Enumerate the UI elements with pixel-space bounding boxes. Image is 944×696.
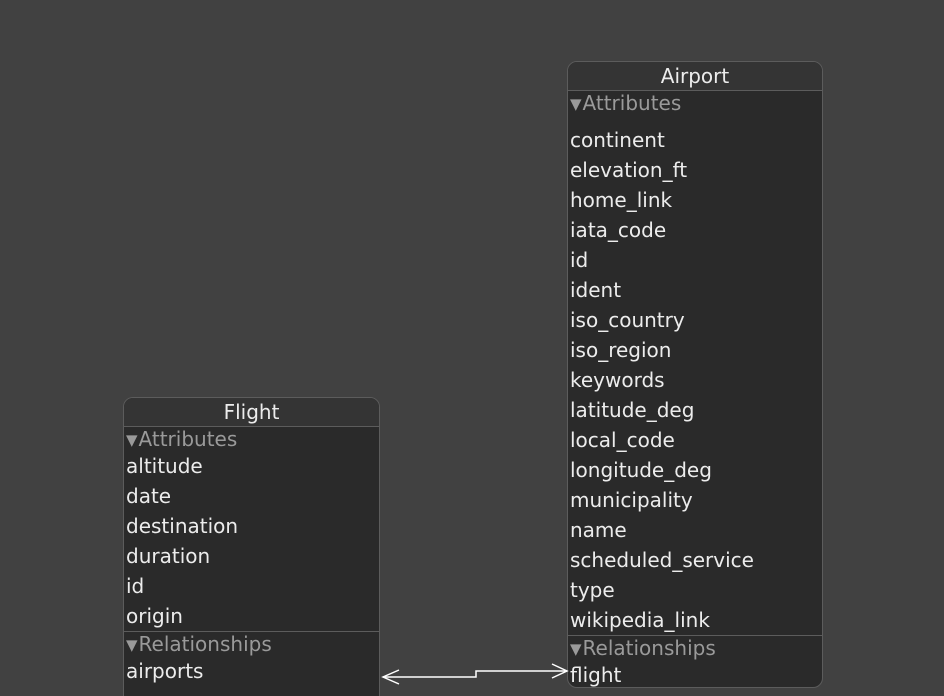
attribute-row[interactable]: origin <box>124 601 379 631</box>
airport-relationships-header-label: Relationships <box>582 636 716 660</box>
attribute-row[interactable]: wikipedia_link <box>568 605 822 635</box>
attribute-row[interactable]: date <box>124 481 379 511</box>
attribute-row[interactable]: name <box>568 515 822 545</box>
flight-attributes-header[interactable]: ▼Attributes <box>124 427 379 451</box>
model-editor-canvas[interactable]: Airport ▼Attributes continent elevation_f… <box>0 0 944 696</box>
attribute-row[interactable]: continent <box>568 125 822 155</box>
attribute-row[interactable]: municipality <box>568 485 822 515</box>
entity-flight[interactable]: Flight ▼Attributes altitude date destinati… <box>123 397 380 696</box>
disclosure-triangle-icon[interactable]: ▼ <box>570 640 582 658</box>
airport-relationship-list: flight <box>568 660 822 687</box>
airport-attribute-list: continent elevation_ft home_link iata_code i… <box>568 125 822 635</box>
airport-relationships-header[interactable]: ▼Relationships <box>568 636 822 660</box>
flight-attributes-header-label: Attributes <box>138 427 238 451</box>
attribute-row[interactable]: duration <box>124 541 379 571</box>
relationship-row[interactable]: flight <box>568 660 822 687</box>
entity-flight-title[interactable]: Flight <box>124 398 379 427</box>
flight-relationships-header[interactable]: ▼Relationships <box>124 632 379 656</box>
disclosure-triangle-icon[interactable]: ▼ <box>126 431 138 449</box>
airport-attributes-header[interactable]: ▼Attributes <box>568 91 822 115</box>
attribute-row[interactable]: id <box>124 571 379 601</box>
attribute-row[interactable]: iata_code <box>568 215 822 245</box>
attribute-row[interactable]: longitude_deg <box>568 455 822 485</box>
connector-line <box>383 670 567 678</box>
disclosure-triangle-icon[interactable]: ▼ <box>570 95 582 113</box>
flight-attribute-list: altitude date destination duration id origin <box>124 451 379 631</box>
attribute-row[interactable]: altitude <box>124 451 379 481</box>
attribute-row[interactable]: type <box>568 575 822 605</box>
attribute-row[interactable]: ident <box>568 275 822 305</box>
arrowhead-right-icon <box>551 663 569 679</box>
attribute-row[interactable]: local_code <box>568 425 822 455</box>
airport-attributes-header-label: Attributes <box>582 91 682 115</box>
attribute-row[interactable]: keywords <box>568 365 822 395</box>
attribute-row[interactable]: id <box>568 245 822 275</box>
attribute-row[interactable]: scheduled_service <box>568 545 822 575</box>
attribute-row[interactable]: latitude_deg <box>568 395 822 425</box>
disclosure-triangle-icon[interactable]: ▼ <box>126 636 138 654</box>
flight-relationships-header-label: Relationships <box>138 632 272 656</box>
attribute-row[interactable]: iso_region <box>568 335 822 365</box>
attribute-row[interactable]: iso_country <box>568 305 822 335</box>
attribute-row[interactable]: home_link <box>568 185 822 215</box>
arrowhead-left-icon <box>381 669 400 685</box>
entity-airport-title[interactable]: Airport <box>568 62 822 91</box>
entity-airport[interactable]: Airport ▼Attributes continent elevation_f… <box>567 61 823 688</box>
attribute-row[interactable]: elevation_ft <box>568 155 822 185</box>
attribute-row[interactable]: destination <box>124 511 379 541</box>
relationship-row[interactable]: airports <box>124 656 379 686</box>
flight-relationship-list: airports <box>124 656 379 686</box>
